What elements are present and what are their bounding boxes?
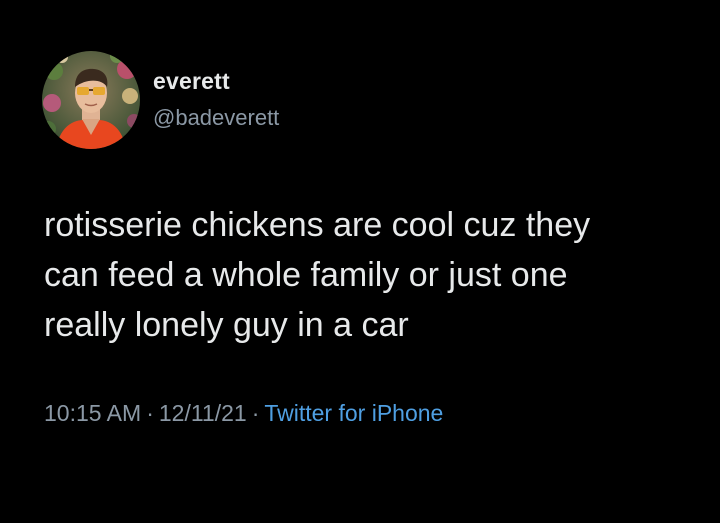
tweet-date[interactable]: 12/11/21 (159, 400, 247, 426)
separator-dot: · (251, 400, 260, 426)
tweet-text: rotisserie chickens are cool cuz they ca… (44, 200, 704, 350)
tweet-author: everett @badeverett (153, 70, 279, 129)
user-handle[interactable]: @badeverett (153, 107, 279, 129)
tweet-text-line: can feed a whole family or just one (44, 256, 568, 294)
tweet-text-line: really lonely guy in a car (44, 306, 409, 344)
tweet-text-line: rotisserie chickens are cool cuz they (44, 206, 591, 244)
tweet-metadata: 10:15 AM · 12/11/21 · Twitter for iPhone (44, 402, 443, 425)
tweet-time[interactable]: 10:15 AM (44, 400, 141, 426)
tweet-card: everett @badeverett rotisserie chickens … (0, 0, 720, 523)
display-name[interactable]: everett (153, 70, 279, 93)
tweet-source-link[interactable]: Twitter for iPhone (264, 400, 443, 426)
avatar[interactable] (42, 51, 140, 149)
separator-dot: · (146, 400, 154, 426)
avatar-photo-icon (42, 51, 140, 149)
